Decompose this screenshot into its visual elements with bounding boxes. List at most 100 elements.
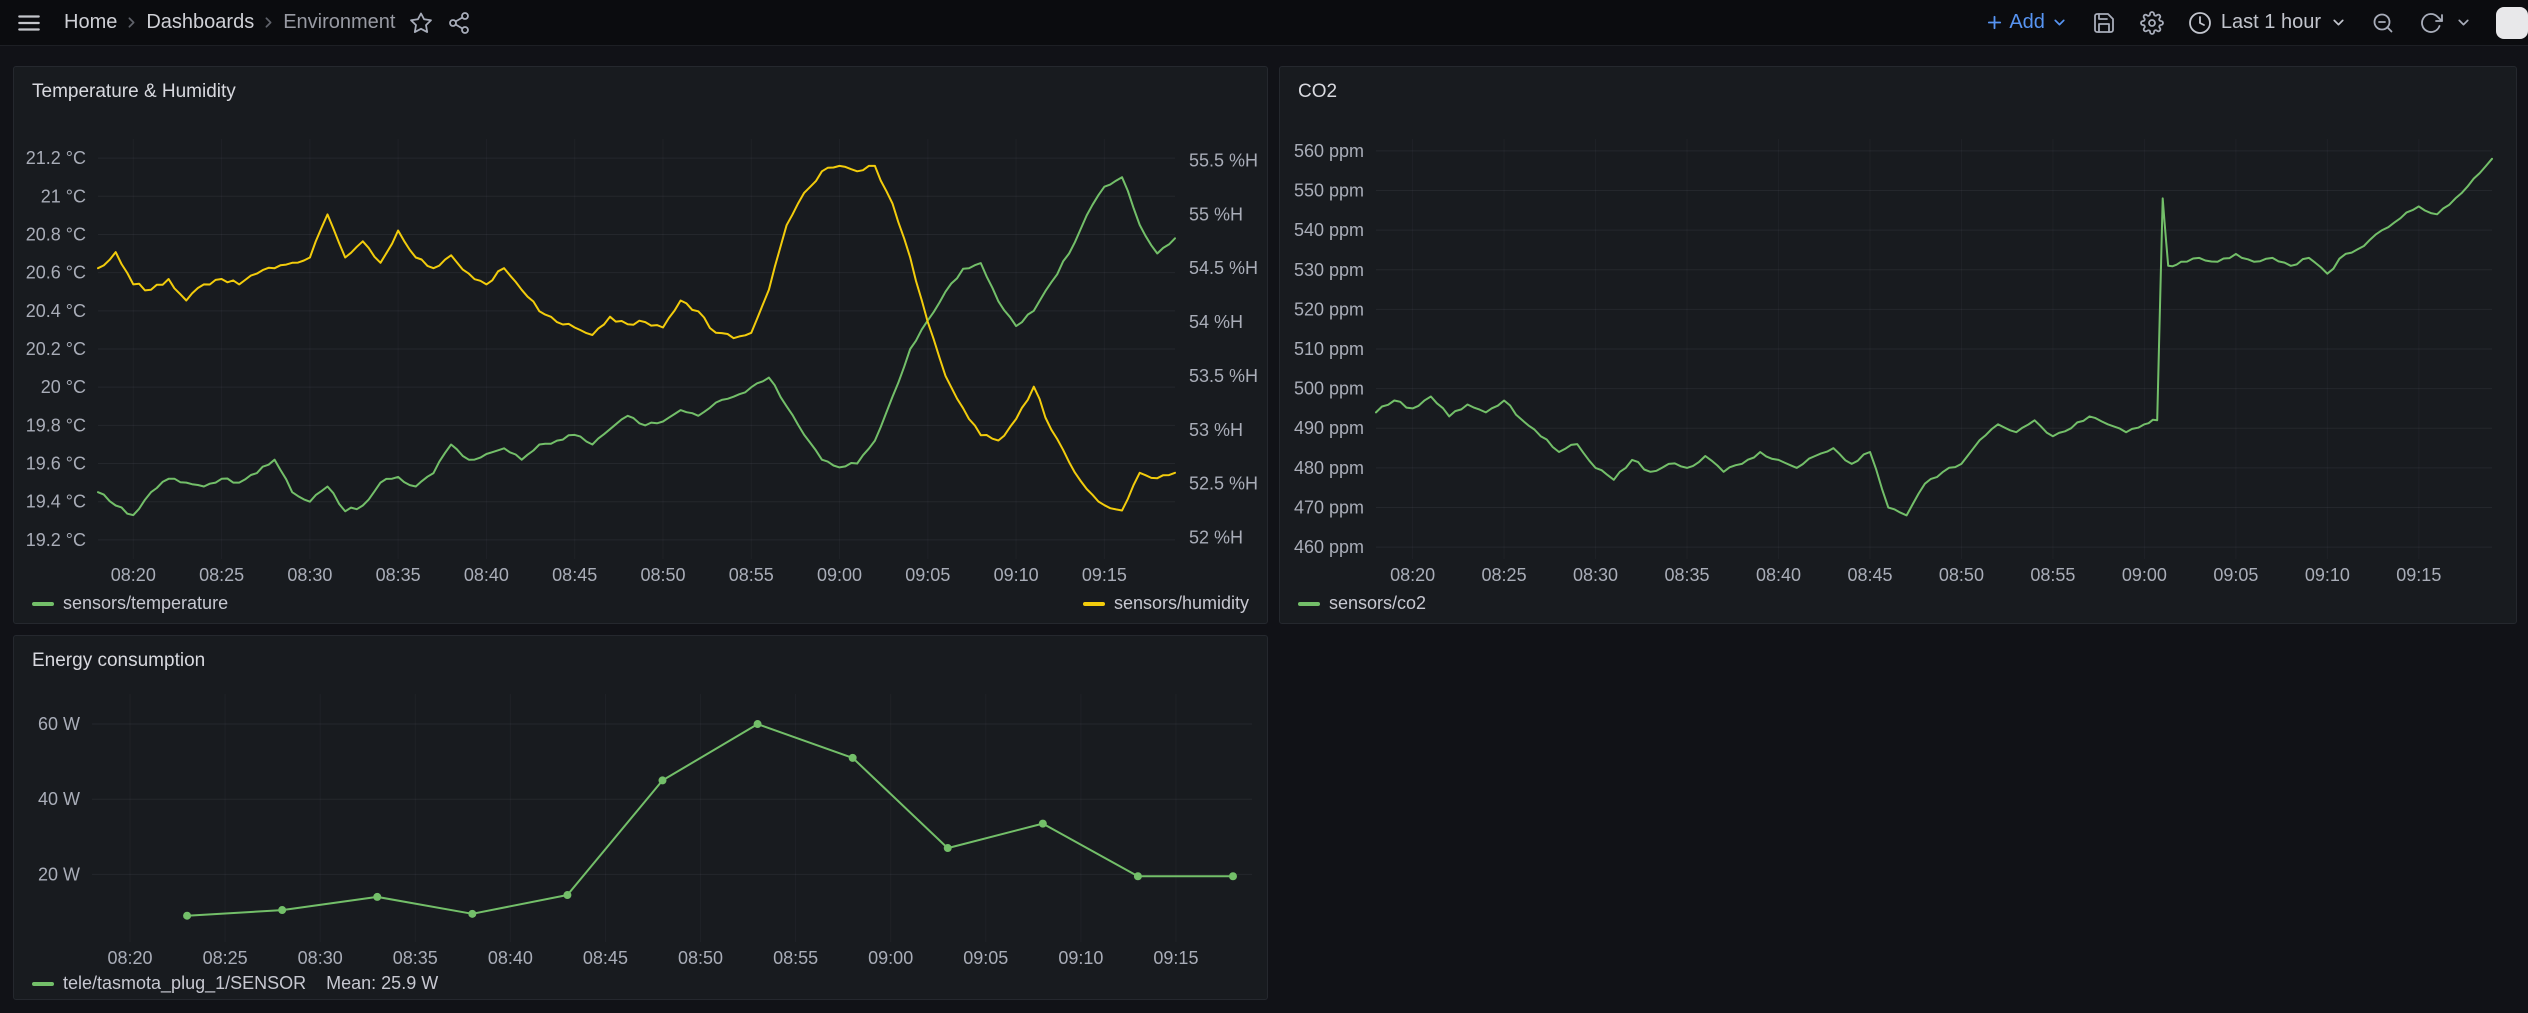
plus-icon	[1986, 14, 2003, 31]
chevron-right-icon	[123, 14, 140, 31]
panel-title[interactable]: Energy consumption	[14, 636, 223, 686]
add-button[interactable]: Add	[1982, 7, 2072, 38]
svg-text:09:00: 09:00	[817, 565, 862, 585]
svg-text:19.4 °C: 19.4 °C	[26, 492, 86, 512]
breadcrumb-dashboards[interactable]: Dashboards	[142, 9, 258, 36]
series-swatch	[1083, 602, 1105, 606]
svg-text:52 %H: 52 %H	[1189, 527, 1243, 547]
svg-text:530 ppm: 530 ppm	[1294, 260, 1364, 280]
svg-text:08:30: 08:30	[298, 948, 343, 968]
svg-text:08:20: 08:20	[108, 948, 153, 968]
svg-text:09:10: 09:10	[994, 565, 1039, 585]
svg-text:540 ppm: 540 ppm	[1294, 220, 1364, 240]
series-swatch	[32, 602, 54, 606]
svg-text:08:25: 08:25	[1482, 565, 1527, 585]
clock-icon	[2188, 11, 2212, 35]
svg-text:09:15: 09:15	[2396, 565, 2441, 585]
svg-text:21 °C: 21 °C	[41, 186, 86, 206]
svg-text:08:20: 08:20	[111, 565, 156, 585]
svg-text:560 ppm: 560 ppm	[1294, 141, 1364, 161]
svg-text:08:55: 08:55	[773, 948, 818, 968]
panel-co2: CO2 08:2008:2508:3008:3508:4008:4508:500…	[1279, 66, 2517, 624]
svg-text:520 ppm: 520 ppm	[1294, 299, 1364, 319]
svg-text:08:50: 08:50	[640, 565, 685, 585]
user-avatar-button[interactable]	[2496, 7, 2528, 39]
svg-text:550 ppm: 550 ppm	[1294, 181, 1364, 201]
svg-text:08:40: 08:40	[464, 565, 509, 585]
panel-temperature-humidity: Temperature & Humidity 08:2008:2508:3008…	[13, 66, 1268, 624]
nav-right-group: Add Last 1 hour	[1982, 7, 2518, 39]
panel-title[interactable]: Temperature & Humidity	[14, 67, 254, 117]
svg-text:08:45: 08:45	[552, 565, 597, 585]
refresh-button[interactable]	[2415, 7, 2447, 39]
panel-legend: tele/tasmota_plug_1/SENSOR Mean: 25.9 W	[32, 973, 1249, 994]
svg-text:60 W: 60 W	[38, 714, 80, 734]
series-label: tele/tasmota_plug_1/SENSOR	[63, 973, 306, 994]
svg-text:54 %H: 54 %H	[1189, 312, 1243, 332]
svg-text:08:50: 08:50	[1939, 565, 1984, 585]
save-dashboard-button[interactable]	[2088, 7, 2120, 39]
svg-text:08:45: 08:45	[1847, 565, 1892, 585]
legend-item-co2[interactable]: sensors/co2	[1298, 593, 1426, 614]
svg-text:08:55: 08:55	[729, 565, 774, 585]
svg-text:09:00: 09:00	[868, 948, 913, 968]
share-button[interactable]	[443, 7, 475, 39]
panel-energy-consumption: Energy consumption 08:2008:2508:3008:350…	[13, 635, 1268, 1000]
save-icon	[2092, 11, 2116, 35]
svg-text:08:25: 08:25	[199, 565, 244, 585]
svg-text:460 ppm: 460 ppm	[1294, 537, 1364, 557]
time-range-picker[interactable]: Last 1 hour	[2184, 7, 2351, 39]
series-swatch	[1298, 602, 1320, 606]
svg-text:510 ppm: 510 ppm	[1294, 339, 1364, 359]
refresh-interval-dropdown[interactable]	[2451, 10, 2476, 35]
svg-text:09:10: 09:10	[1058, 948, 1103, 968]
svg-text:55 %H: 55 %H	[1189, 204, 1243, 224]
breadcrumb-home[interactable]: Home	[60, 9, 121, 36]
svg-text:09:00: 09:00	[2122, 565, 2167, 585]
svg-text:08:20: 08:20	[1390, 565, 1435, 585]
time-range-label: Last 1 hour	[2221, 11, 2321, 34]
share-icon	[447, 11, 471, 35]
panel-title[interactable]: CO2	[1280, 67, 1355, 117]
energy-consumption-chart[interactable]: 08:2008:2508:3008:3508:4008:4508:5008:55…	[14, 636, 1267, 999]
legend-item-energy[interactable]: tele/tasmota_plug_1/SENSOR	[32, 973, 306, 994]
hamburger-menu-icon	[16, 10, 42, 36]
svg-text:08:40: 08:40	[488, 948, 533, 968]
panel-legend: sensors/temperature sensors/humidity	[32, 593, 1249, 614]
svg-text:20.4 °C: 20.4 °C	[26, 301, 86, 321]
chevron-down-icon	[2051, 14, 2068, 31]
svg-text:40 W: 40 W	[38, 789, 80, 809]
svg-text:09:05: 09:05	[2213, 565, 2258, 585]
svg-text:490 ppm: 490 ppm	[1294, 418, 1364, 438]
co2-chart[interactable]: 08:2008:2508:3008:3508:4008:4508:5008:55…	[1280, 67, 2516, 623]
dashboard-settings-button[interactable]	[2136, 7, 2168, 39]
svg-text:20 °C: 20 °C	[41, 377, 86, 397]
series-label: sensors/co2	[1329, 593, 1426, 614]
svg-text:09:10: 09:10	[2305, 565, 2350, 585]
chevron-down-icon	[2330, 14, 2347, 31]
svg-text:480 ppm: 480 ppm	[1294, 458, 1364, 478]
series-swatch	[32, 982, 54, 986]
legend-item-temperature[interactable]: sensors/temperature	[32, 593, 228, 614]
svg-text:20 W: 20 W	[38, 864, 80, 884]
svg-text:08:40: 08:40	[1756, 565, 1801, 585]
series-mean-value: Mean: 25.9 W	[326, 973, 438, 994]
svg-text:08:45: 08:45	[583, 948, 628, 968]
svg-text:20.6 °C: 20.6 °C	[26, 263, 86, 283]
svg-text:19.8 °C: 19.8 °C	[26, 415, 86, 435]
svg-text:08:50: 08:50	[678, 948, 723, 968]
svg-text:55.5 %H: 55.5 %H	[1189, 151, 1258, 171]
svg-text:54.5 %H: 54.5 %H	[1189, 258, 1258, 278]
svg-text:19.2 °C: 19.2 °C	[26, 530, 86, 550]
svg-text:20.8 °C: 20.8 °C	[26, 224, 86, 244]
menu-toggle-button[interactable]	[12, 6, 46, 40]
legend-item-humidity[interactable]: sensors/humidity	[1083, 593, 1249, 614]
temperature-humidity-chart[interactable]: 08:2008:2508:3008:3508:4008:4508:5008:55…	[14, 67, 1267, 623]
svg-text:08:55: 08:55	[2030, 565, 2075, 585]
svg-text:09:15: 09:15	[1082, 565, 1127, 585]
svg-text:21.2 °C: 21.2 °C	[26, 148, 86, 168]
svg-text:20.2 °C: 20.2 °C	[26, 339, 86, 359]
favorite-star-button[interactable]	[405, 7, 437, 39]
zoom-out-button[interactable]	[2367, 7, 2399, 39]
breadcrumb: Home Dashboards Environment	[60, 9, 399, 36]
